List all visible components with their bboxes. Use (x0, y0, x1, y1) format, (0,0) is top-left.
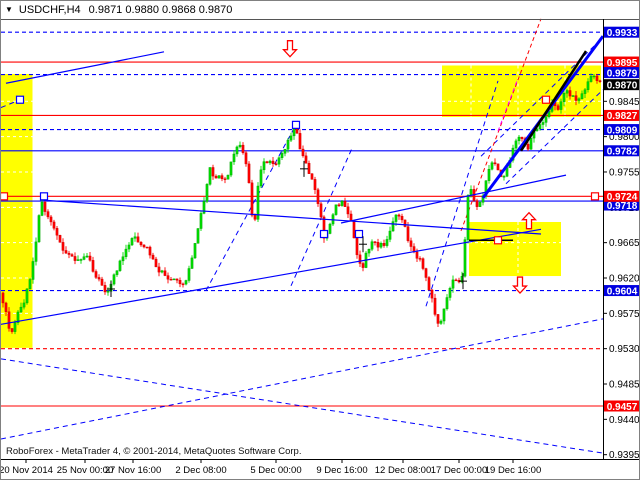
time-tick-label: 20 Nov 2014 (1, 465, 53, 476)
price-tick-label: 0.9845 (609, 97, 640, 108)
price-tick-label: 0.9530 (609, 344, 640, 355)
chart-title: ▼ USDCHF,H4 0.9871 0.9880 0.9868 0.9870 (5, 4, 232, 16)
copyright-text: RoboForex - MetaTrader 4, © 2001-2014, M… (4, 446, 303, 457)
time-tick-label: 27 Nov 16:00 (105, 465, 162, 476)
price-level-label-text: 0.9870 (607, 80, 638, 91)
price-tick-label: 0.9485 (609, 380, 640, 391)
price-tick-label: 0.9755 (609, 167, 640, 178)
price-level-label-text: 0.9724 (607, 192, 638, 203)
price-tick-label: 0.9395 (609, 450, 640, 461)
mt4-chart-window: 0.99350.98900.98450.98000.97550.97100.96… (0, 0, 640, 480)
price-level-label-text: 0.9827 (607, 111, 638, 122)
price-level-label-text: 0.9879 (607, 68, 638, 79)
red-square-marker (543, 96, 550, 103)
red-square-marker (495, 237, 502, 244)
price-tick-label: 0.9440 (609, 415, 640, 426)
blue-square-marker (293, 121, 300, 128)
symbol-period-label: USDCHF,H4 (19, 4, 81, 16)
time-tick-label: 17 Dec 00:00 (431, 465, 488, 476)
price-tick-label: 0.9665 (609, 238, 640, 249)
down-arrow-icon (284, 41, 297, 57)
time-tick-label: 2 Dec 08:00 (175, 465, 226, 476)
red-square-marker (592, 193, 599, 200)
price-tick-label: 0.9620 (609, 273, 640, 284)
blue-square-marker (41, 193, 48, 200)
price-level-label-text: 0.9782 (607, 147, 638, 158)
blue-square-marker (17, 96, 24, 103)
quote-line: 0.9871 0.9880 0.9868 0.9870 (89, 4, 233, 16)
price-chart-canvas[interactable]: 0.99350.98900.98450.98000.97550.97100.96… (1, 1, 640, 480)
blue-square-marker (321, 231, 328, 238)
price-tick-label: 0.9575 (609, 309, 640, 320)
time-tick-label: 9 Dec 16:00 (316, 465, 367, 476)
time-tick-label: 12 Dec 08:00 (375, 465, 432, 476)
symbol-dropdown-icon[interactable]: ▼ (5, 6, 13, 14)
time-axis[interactable]: 20 Nov 201425 Nov 00:0027 Nov 16:002 Dec… (1, 460, 541, 476)
time-tick-label: 19 Dec 16:00 (485, 465, 542, 476)
time-tick-label: 5 Dec 00:00 (250, 465, 301, 476)
price-level-label-text: 0.9457 (607, 402, 638, 413)
highlight-zones (1, 65, 601, 347)
price-axis[interactable]: 0.99350.98900.98450.98000.97550.97100.96… (603, 26, 640, 461)
price-level-label-text: 0.9809 (607, 125, 638, 136)
red-square-marker (1, 193, 8, 200)
price-level-label-text: 0.9933 (607, 28, 638, 39)
price-level-label-text: 0.9604 (607, 286, 638, 297)
blue-square-marker (356, 231, 363, 238)
